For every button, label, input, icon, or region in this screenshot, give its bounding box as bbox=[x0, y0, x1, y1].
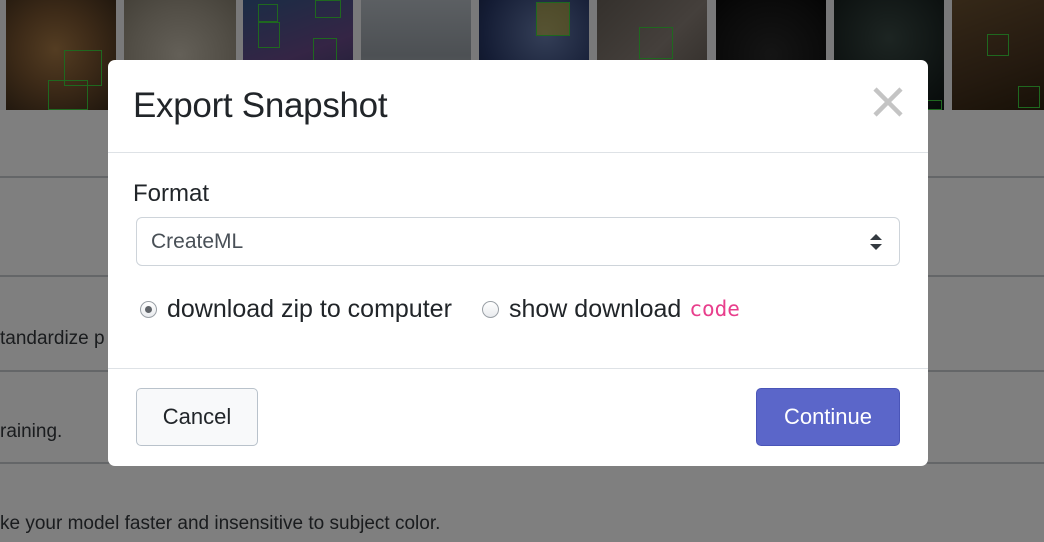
format-select-value: CreateML bbox=[151, 230, 244, 253]
radio-download-zip[interactable]: download zip to computer bbox=[140, 294, 452, 324]
radio-button-checked[interactable] bbox=[140, 300, 157, 318]
cancel-button[interactable]: Cancel bbox=[136, 388, 258, 446]
dialog-footer: Cancel Continue bbox=[108, 368, 928, 466]
radio-label: show download bbox=[509, 294, 682, 323]
export-snapshot-dialog: Export Snapshot Format CreateML download… bbox=[108, 60, 928, 466]
format-label: Format bbox=[133, 180, 210, 207]
dialog-title: Export Snapshot bbox=[133, 86, 388, 125]
radio-button-unchecked[interactable] bbox=[482, 300, 499, 318]
radio-show-download-code[interactable]: show download code bbox=[482, 294, 740, 324]
continue-button[interactable]: Continue bbox=[756, 388, 900, 446]
format-select[interactable]: CreateML bbox=[136, 217, 900, 266]
close-icon bbox=[873, 87, 903, 117]
close-button[interactable] bbox=[868, 82, 908, 122]
select-caret-icon bbox=[870, 234, 882, 250]
code-text: code bbox=[689, 297, 740, 321]
dialog-header: Export Snapshot bbox=[108, 60, 928, 153]
radio-label: download zip to computer bbox=[167, 294, 452, 323]
